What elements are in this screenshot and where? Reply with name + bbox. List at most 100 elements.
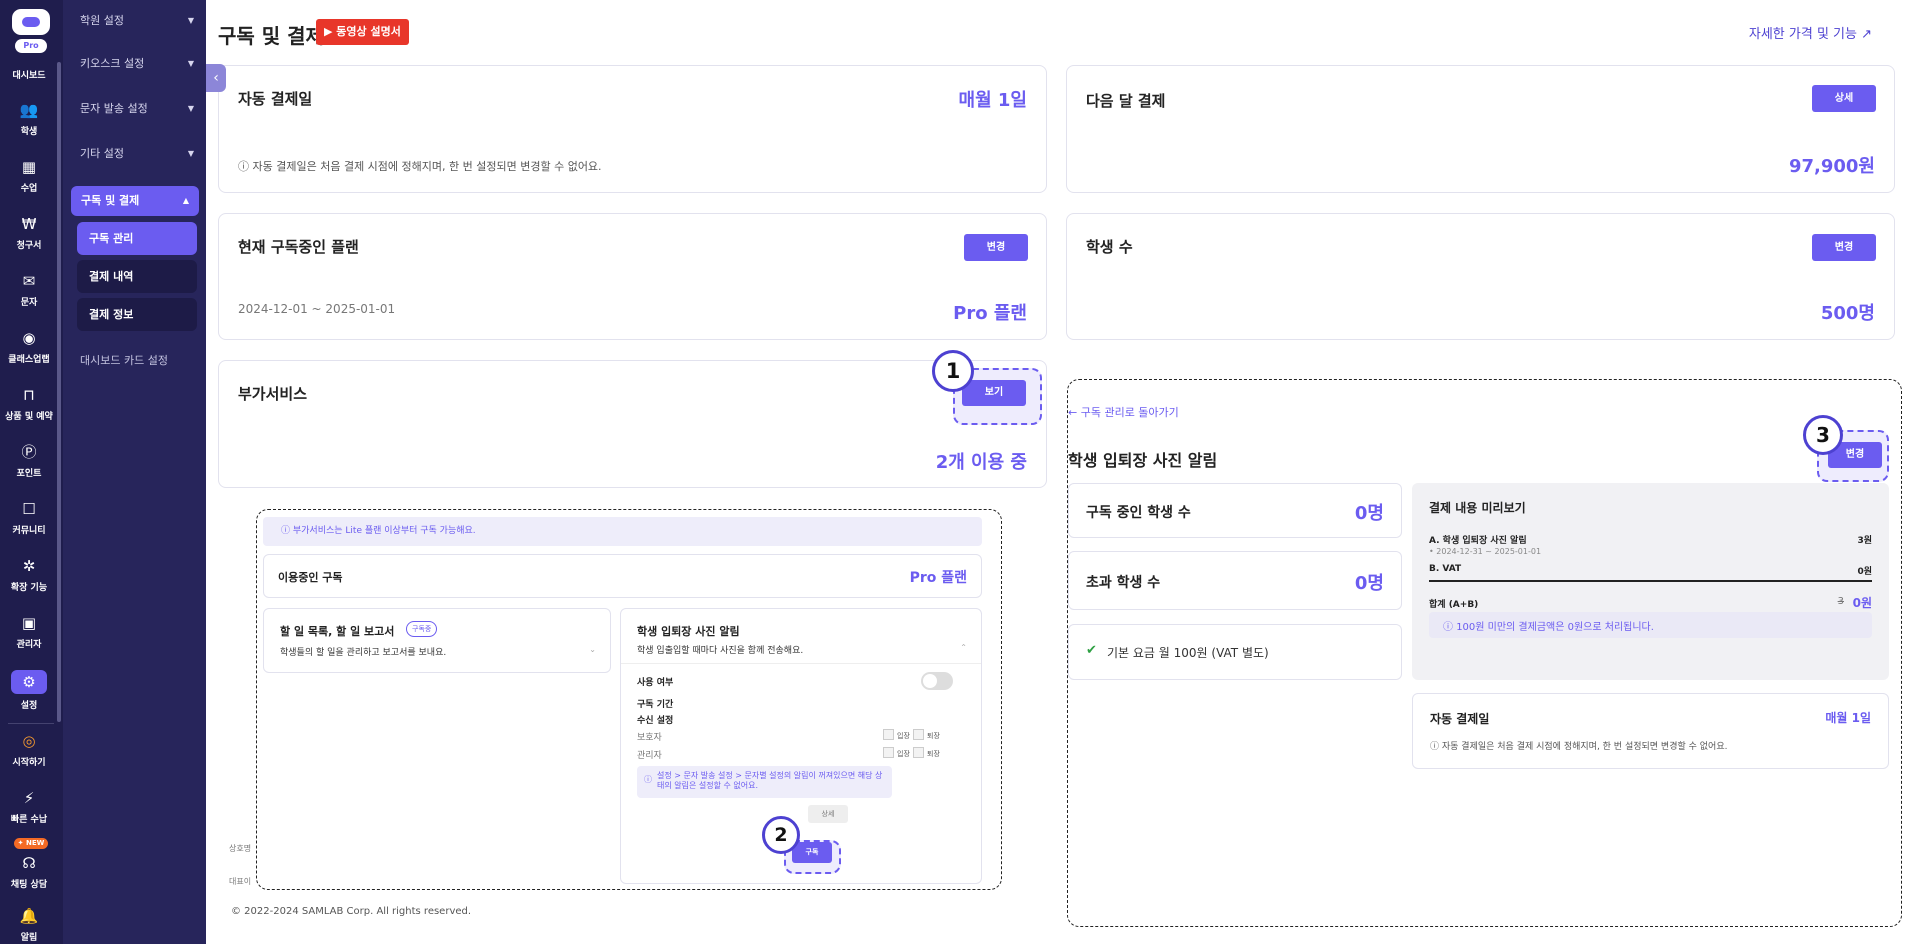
rail-item-dashboard[interactable]: 대시보드 — [0, 68, 58, 81]
rail-item-extensions[interactable]: ✲ 확장 기능 — [0, 556, 58, 593]
over-students-card: 초과 학생 수 0명 — [1068, 551, 1402, 610]
rail-item-points[interactable]: Ⓟ 포인트 — [0, 442, 58, 479]
over-value: 0명 — [1354, 573, 1384, 594]
nav-sub-history[interactable]: 결제 내역 — [77, 260, 197, 293]
detail-auto-pay-card: 자동 결제일 매월 1일 ⓘ 자동 결제일은 처음 결제 시점에 정해지며, 한… — [1412, 693, 1889, 769]
rail-label: 청구서 — [16, 241, 42, 251]
nav-label: 문자 발송 설정 — [80, 102, 148, 115]
nav-group-subscription[interactable]: 구독 및 결제 ▲ — [71, 186, 199, 216]
admin-out-checkbox[interactable] — [913, 747, 924, 758]
todo-addon-card[interactable]: 할 일 목록, 할 일 보고서 구독중 학생들의 할 일을 관리하고 보고서를 … — [263, 608, 611, 673]
detail-title: 학생 입퇴장 사진 알림 — [1068, 451, 1218, 470]
detail-auto-pay-label: 자동 결제일 — [1430, 712, 1490, 726]
video-guide-button[interactable]: ▶ 동영상 설명서 — [316, 19, 409, 45]
rail-label: 커뮤니티 — [12, 526, 46, 536]
students-value: 500명 — [1820, 303, 1875, 324]
headset-icon: ☊ — [22, 854, 36, 872]
subscribe-button[interactable]: 구독 — [792, 842, 832, 863]
footer-side-label-1: 상호명 — [229, 844, 252, 853]
line-b-value: 0원 — [1857, 567, 1872, 577]
detail-small-button[interactable]: 상세 — [808, 805, 848, 823]
detail-auto-pay-note-text: 자동 결제일은 처음 결제 시점에 정해지며, 한 번 설정되면 변경할 수 없… — [1441, 742, 1728, 752]
info-icon: ⓘ — [1443, 622, 1457, 633]
addon-list-screenshot: ⓘ 부가서비스는 Lite 플랜 이상부터 구독 가능해요. 이용중인 구독 P… — [256, 509, 1002, 890]
rail-item-classuplab[interactable]: ◉ 클래스업랩 — [0, 328, 58, 365]
nav-sub-manage[interactable]: 구독 관리 — [77, 222, 197, 255]
plan-card: 현재 구독중인 플랜 변경 2024-12-01 ~ 2025-01-01 Pr… — [218, 213, 1047, 340]
rail-label: 시작하기 — [12, 758, 46, 768]
page-title: 구독 및 결제 — [218, 24, 324, 48]
collapse-nav-button[interactable]: ‹ — [206, 64, 226, 92]
nav-group-academy[interactable]: 학원 설정 ▼ — [80, 11, 200, 31]
lite-plan-banner: ⓘ 부가서비스는 Lite 플랜 이상부터 구독 가능해요. — [263, 517, 982, 546]
todo-desc: 학생들의 할 일을 관리하고 보고서를 보내요. — [280, 648, 447, 658]
line-a-value: 3원 — [1857, 536, 1872, 546]
pricing-link[interactable]: 자세한 가격 및 기능 ↗ — [1749, 23, 1872, 42]
info-icon: ⓘ — [644, 775, 652, 784]
nav-group-sms[interactable]: 문자 발송 설정 ▼ — [80, 99, 200, 119]
chevron-down-icon: ▼ — [187, 16, 194, 25]
total-value: 0원 — [1852, 596, 1872, 610]
bolt-icon: ⚡ — [23, 789, 35, 807]
addon-card: 부가서비스 2개 이용 중 — [218, 360, 1047, 488]
addon-view-button[interactable]: 보기 — [962, 380, 1026, 406]
use-toggle[interactable] — [921, 672, 953, 690]
admin-in-checkbox[interactable] — [883, 747, 894, 758]
total-strike: 3 — [1837, 596, 1844, 607]
nav-group-kiosk[interactable]: 키오스크 설정 ▼ — [80, 54, 200, 74]
rail-item-quick-pay[interactable]: ⚡ 빠른 수납 — [0, 788, 58, 825]
line-a-period: • 2024-12-31 ~ 2025-01-01 — [1429, 547, 1542, 556]
rail-label: 상품 및 예약 — [5, 412, 53, 422]
rail-item-invoice[interactable]: ₩ 청구서 — [0, 214, 58, 251]
pricing-link-label: 자세한 가격 및 기능 — [1748, 27, 1857, 42]
rail-item-classes[interactable]: ▦ 수업 — [0, 157, 58, 194]
detail-auto-pay-value: 매월 1일 — [1825, 711, 1871, 725]
rail-item-products[interactable]: ⊓ 상품 및 예약 — [0, 385, 58, 422]
new-badge: ✦ NEW — [14, 838, 48, 849]
check-circle-icon: ✔ — [1086, 643, 1097, 658]
plan-change-button[interactable]: 변경 — [964, 234, 1028, 261]
rail-label: 수업 — [20, 184, 38, 194]
rail-item-students[interactable]: 👥 학생 — [0, 100, 58, 137]
rail-scrollbar[interactable] — [57, 62, 61, 722]
users-icon: 👥 — [19, 101, 39, 119]
nav-group-etc[interactable]: 기타 설정 ▼ — [80, 144, 200, 164]
subscribed-value: 0명 — [1354, 503, 1384, 524]
period-label: 구독 기간 — [637, 700, 674, 710]
rail-label: 대시보드 — [12, 71, 46, 81]
next-pay-detail-button[interactable]: 상세 — [1812, 85, 1876, 112]
app-logo[interactable] — [12, 9, 50, 35]
rail-item-chat-support[interactable]: ☊ 채팅 상담 — [0, 853, 58, 890]
next-pay-label: 다음 달 결제 — [1086, 92, 1166, 110]
total-divider — [1429, 580, 1872, 582]
rail-item-sms[interactable]: ✉ 문자 — [0, 271, 58, 308]
main-content: 구독 및 결제 ▶ 동영상 설명서 자세한 가격 및 기능 ↗ 자동 결제일 매… — [206, 0, 1907, 944]
rail-item-start[interactable]: ◎ 시작하기 — [0, 731, 58, 768]
settings-nav: 학원 설정 ▼ 키오스크 설정 ▼ 문자 발송 설정 ▼ 기타 설정 ▼ 구독 및 결제… — [63, 0, 206, 944]
nav-sub-billing-info[interactable]: 결제 정보 — [77, 298, 197, 331]
nav-dashboard-cards[interactable]: 대시보드 카드 설정 — [80, 352, 168, 368]
won-icon: ₩ — [21, 215, 37, 233]
students-change-button[interactable]: 변경 — [1812, 234, 1876, 261]
rail-label: 채팅 상담 — [10, 880, 48, 890]
nav-label: 기타 설정 — [80, 147, 124, 160]
payment-preview: 결제 내용 미리보기 A. 학생 입퇴장 사진 알림 3원 • 2024-12-… — [1412, 483, 1889, 680]
guardian-in-checkbox[interactable] — [883, 729, 894, 740]
addon-label: 부가서비스 — [238, 385, 308, 403]
rail-item-settings[interactable]: ⚙ 설정 — [0, 670, 58, 711]
total-label: 합계 (A+B) — [1429, 600, 1479, 610]
guardian-out-checkbox[interactable] — [913, 729, 924, 740]
rail-item-community[interactable]: ☐ 커뮤니티 — [0, 499, 58, 536]
chevron-left-icon: ‹ — [213, 70, 219, 86]
chevron-down-icon: ▼ — [187, 59, 194, 68]
rail-divider — [8, 723, 54, 724]
rail-label: 확장 기능 — [10, 583, 48, 593]
rail-item-admin[interactable]: ▣ 관리자 — [0, 613, 58, 650]
rail-item-alerts[interactable]: 🔔 알림 — [0, 906, 58, 943]
back-link-label: 구독 관리로 돌아가기 — [1080, 406, 1179, 419]
using-subscription-row: 이용중인 구독 Pro 플랜 — [263, 554, 982, 598]
plan-label: 현재 구독중인 플랜 — [238, 238, 359, 256]
total-note: ⓘ 100원 미만의 결제금액은 0원으로 처리됩니다. — [1429, 612, 1872, 638]
back-link[interactable]: ← 구독 관리로 돌아가기 — [1068, 404, 1179, 420]
warning-text: 설정 > 문자 발송 설정 > 문자별 설정의 알림이 꺼져있으면 해당 상태의… — [657, 771, 883, 790]
